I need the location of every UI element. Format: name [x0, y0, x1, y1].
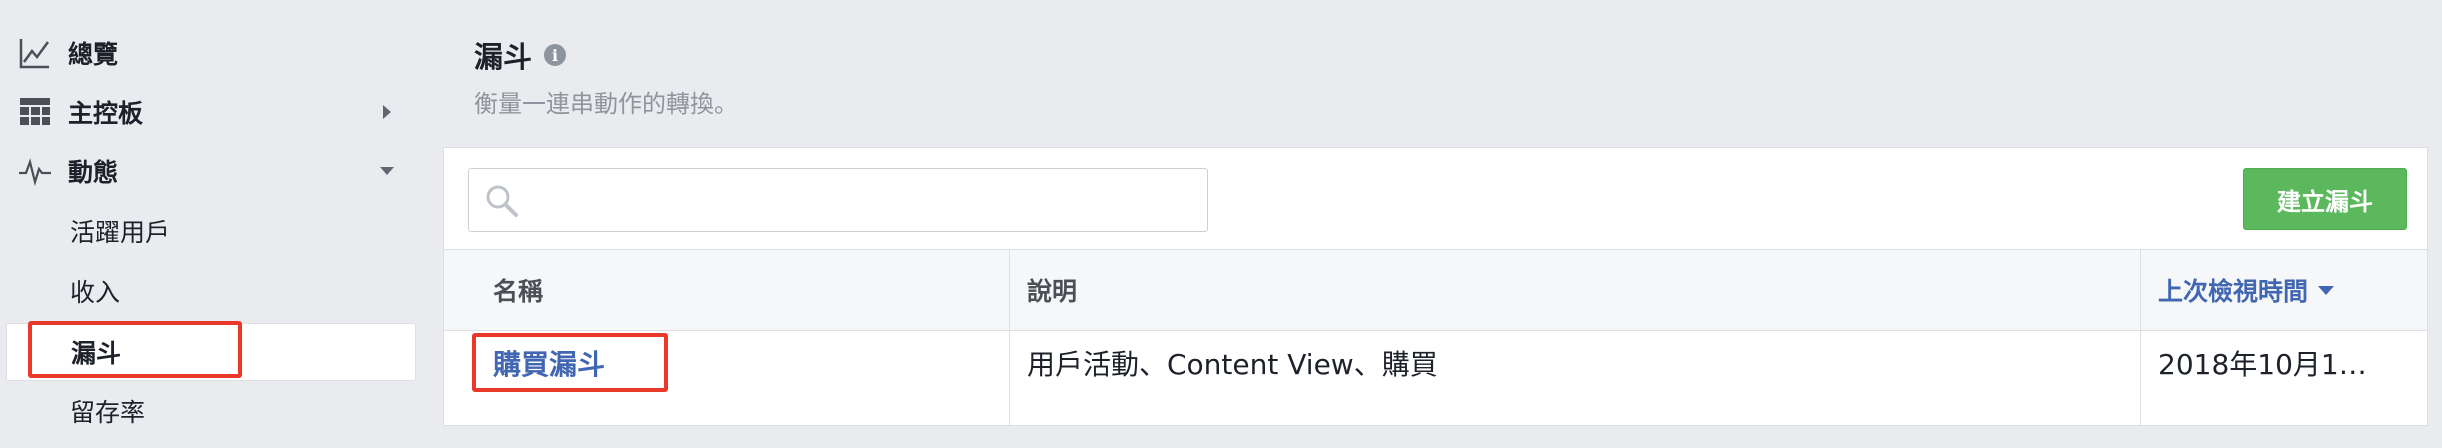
grid-icon [18, 95, 52, 129]
funnel-last-viewed: 2018年10月1… [2158, 348, 2367, 381]
sidebar-subitem-label: 留存率 [70, 398, 146, 427]
page-title: 漏斗 i [474, 34, 567, 76]
pulse-icon [18, 154, 52, 188]
sidebar-item-label: 動態 [68, 158, 119, 187]
sidebar-subitem-active-users[interactable]: 活躍用戶 [0, 202, 430, 260]
column-header-last-viewed[interactable]: 上次檢視時間 [2158, 250, 2335, 330]
page-title-text: 漏斗 [474, 40, 533, 74]
sidebar-item-overview[interactable]: 總覽 [0, 24, 430, 82]
sidebar-item-dashboard[interactable]: 主控板 [0, 83, 430, 141]
sidebar-subitem-retention[interactable]: 留存率 [0, 382, 430, 440]
sidebar: 總覽 主控板 動態 活躍用戶 收入 漏斗 留存率 [0, 0, 430, 448]
column-header-description[interactable]: 說明 [1027, 250, 1077, 330]
sidebar-subitem-label: 活躍用戶 [70, 218, 171, 247]
funnels-panel: 建立漏斗 名稱 說明 上次檢視時間 購買漏斗 用戶活動、Content View… [443, 147, 2428, 426]
sort-desc-icon [2318, 285, 2335, 295]
chevron-right-icon[interactable] [380, 105, 394, 119]
sidebar-item-activity[interactable]: 動態 [0, 142, 430, 200]
search-icon [486, 185, 518, 217]
funnels-table: 名稱 說明 上次檢視時間 購買漏斗 用戶活動、Content View、購買 2… [444, 249, 2427, 426]
sidebar-subitem-label: 漏斗 [71, 339, 122, 368]
funnel-name-link[interactable]: 購買漏斗 [493, 331, 605, 395]
table-row: 購買漏斗 用戶活動、Content View、購買 2018年10月1… [444, 331, 2427, 426]
chevron-down-icon[interactable] [380, 164, 394, 178]
sidebar-item-label: 主控板 [68, 99, 144, 128]
sidebar-item-label: 總覽 [68, 40, 119, 69]
column-header-name[interactable]: 名稱 [493, 250, 543, 330]
search-input[interactable] [525, 169, 1199, 233]
search-field[interactable] [468, 168, 1208, 233]
sidebar-subitem-label: 收入 [70, 278, 121, 307]
funnel-description: 用戶活動、Content View、購買 [1027, 348, 1438, 381]
page-subtitle: 衡量一連串動作的轉換。 [474, 90, 738, 118]
info-icon[interactable]: i [544, 44, 567, 66]
line-chart-icon [18, 36, 52, 70]
sidebar-subitem-funnels[interactable]: 漏斗 [6, 323, 416, 381]
table-header: 名稱 說明 上次檢視時間 [444, 250, 2427, 331]
column-header-label: 上次檢視時間 [2158, 277, 2309, 306]
create-funnel-button[interactable]: 建立漏斗 [2243, 168, 2407, 230]
sidebar-subitem-revenue[interactable]: 收入 [0, 262, 430, 320]
